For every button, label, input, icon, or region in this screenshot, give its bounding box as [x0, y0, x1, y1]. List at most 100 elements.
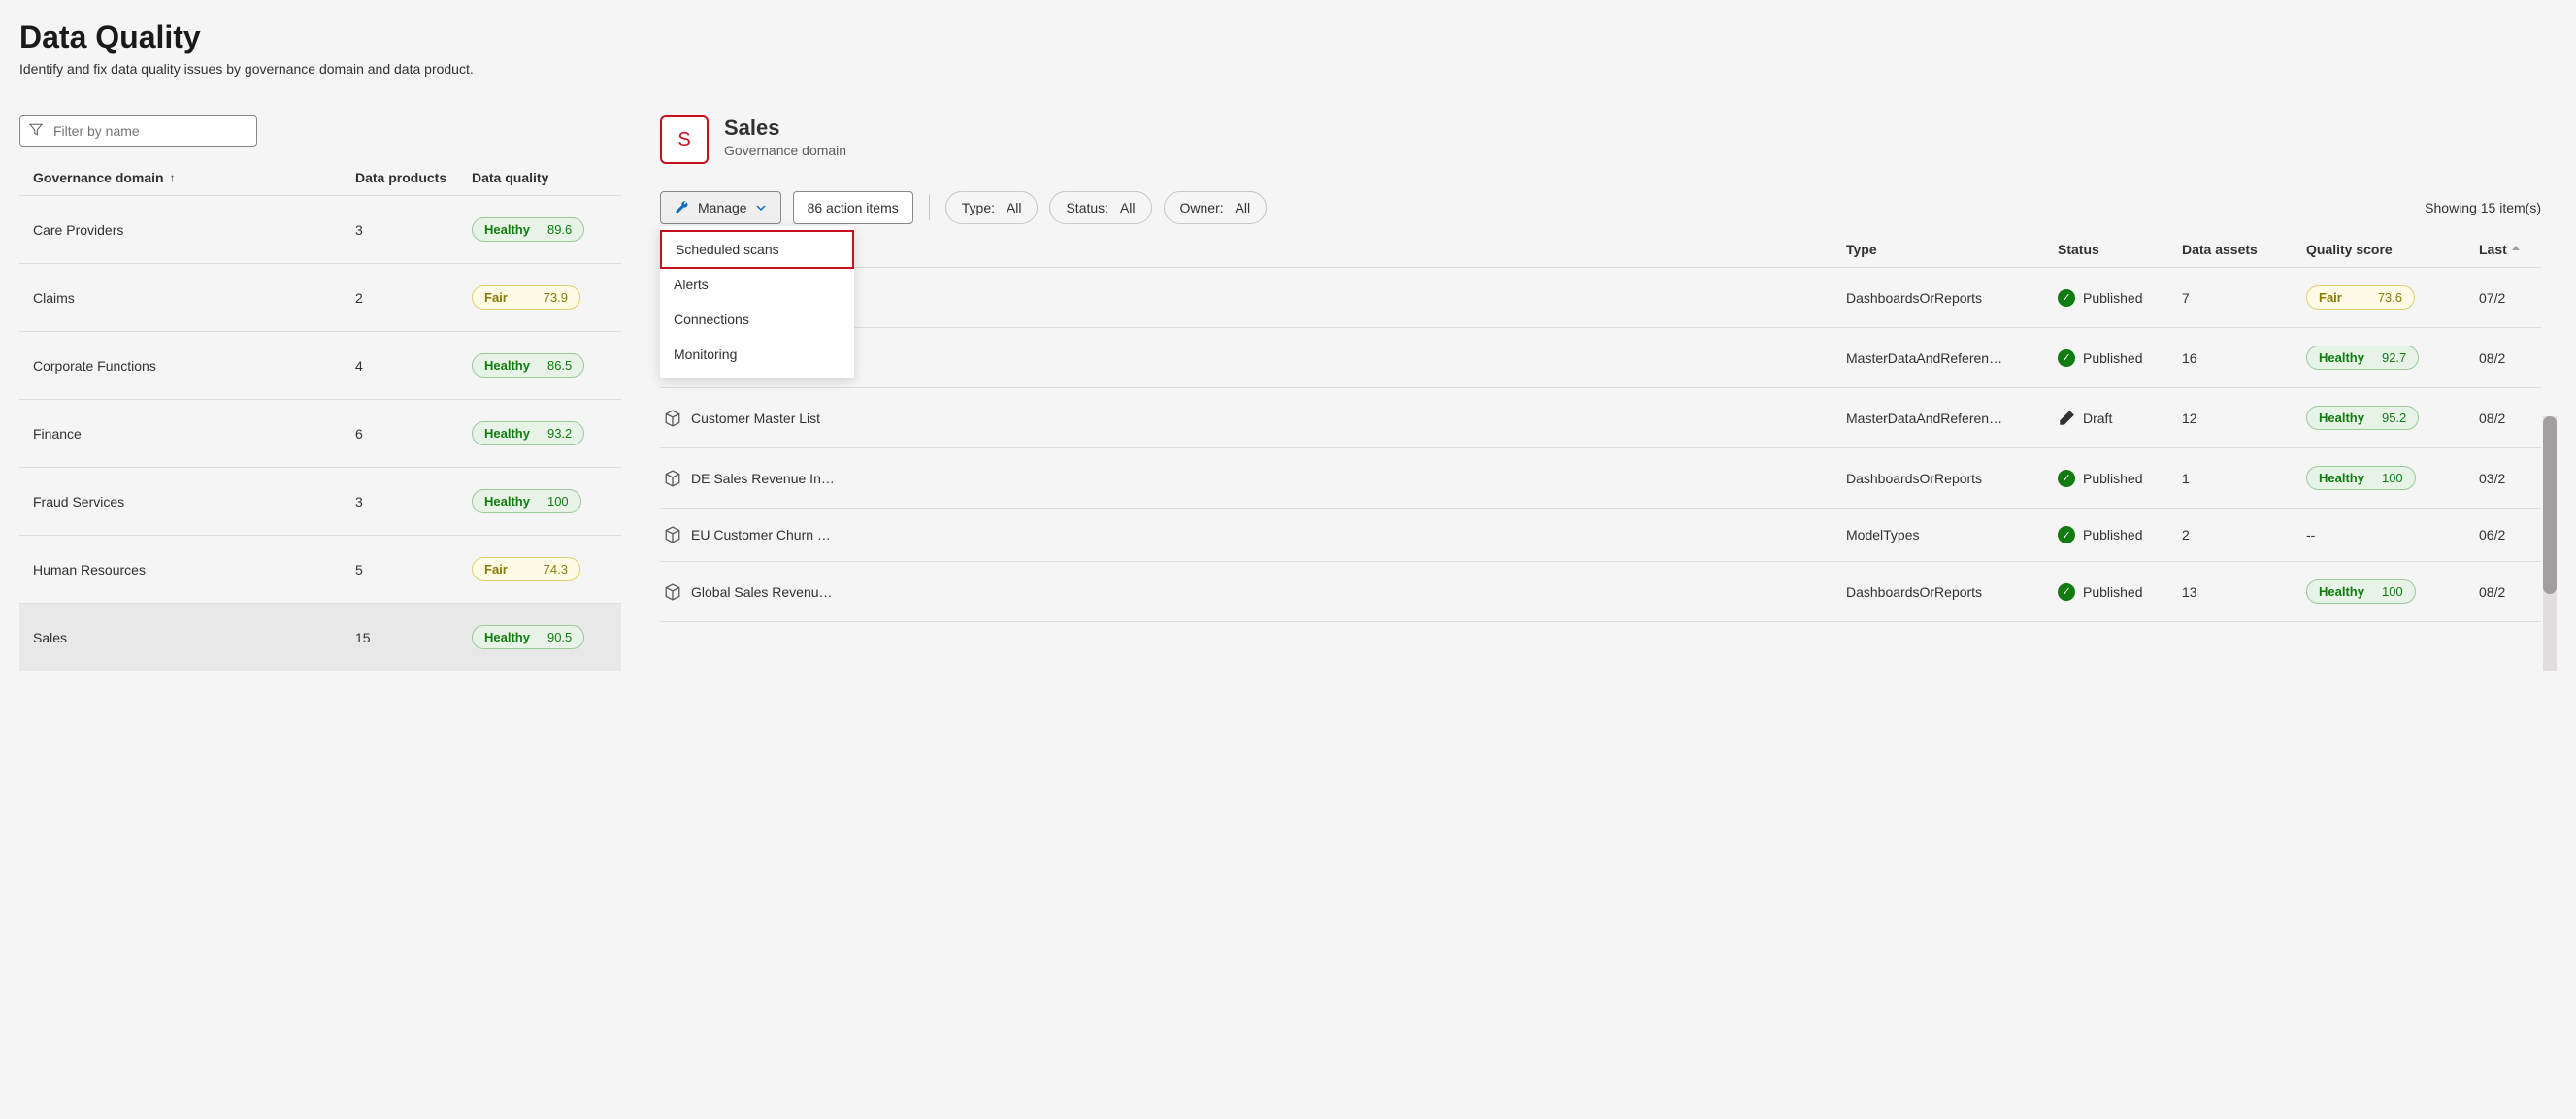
governance-domain-row[interactable]: Corporate Functions4Healthy86.5	[19, 332, 621, 400]
governance-domain-row[interactable]: Finance6Healthy93.2	[19, 400, 621, 468]
column-governance-domain[interactable]: Governance domain ↑	[33, 170, 355, 185]
published-status-icon: ✓	[2058, 583, 2075, 601]
scrollbar-thumb[interactable]	[2543, 416, 2557, 594]
product-assets-cell: 16	[2182, 350, 2298, 366]
filter-type-chip[interactable]: Type: All	[945, 191, 1039, 224]
quality-score-pill: Healthy95.2	[2306, 406, 2419, 430]
product-type-cell: MasterDataAndReferen…	[1846, 411, 2050, 426]
data-product-row[interactable]: DE Sales Revenue In… DashboardsOrReports ✓…	[660, 448, 2541, 509]
data-products-table: Type Status Data assets Quality score La…	[660, 242, 2541, 622]
domain-name: Care Providers	[33, 222, 355, 238]
filter-icon	[29, 123, 43, 140]
action-items-button[interactable]: 86 action items	[793, 191, 913, 224]
cube-icon	[664, 583, 681, 601]
sort-indicator-icon	[2511, 245, 2521, 254]
product-assets-cell: 12	[2182, 411, 2298, 426]
published-status-icon: ✓	[2058, 470, 2075, 487]
product-last-cell: 08/2	[2479, 350, 2537, 366]
product-type-cell: MasterDataAndReferen…	[1846, 350, 2050, 366]
column-data-products[interactable]: Data products	[355, 170, 472, 185]
column-last[interactable]: Last	[2479, 242, 2537, 257]
chevron-down-icon	[755, 202, 767, 214]
governance-domain-row[interactable]: Human Resources5Fair74.3	[19, 536, 621, 604]
domain-name: Finance	[33, 426, 355, 442]
domain-name: Fraud Services	[33, 494, 355, 510]
product-last-cell: 03/2	[2479, 471, 2537, 486]
filter-by-name-input[interactable]	[19, 115, 257, 147]
quality-score-pill: Fair73.6	[2306, 285, 2415, 310]
manage-menu-item[interactable]: Monitoring	[660, 337, 854, 372]
detail-subtitle: Governance domain	[724, 143, 846, 158]
data-product-row[interactable]: Customer Master ListMasterDataAndReferen…	[660, 388, 2541, 448]
product-type-cell: DashboardsOrReports	[1846, 290, 2050, 306]
detail-title: Sales	[724, 115, 846, 141]
governance-domain-row[interactable]: Care Providers3Healthy89.6	[19, 196, 621, 264]
sort-ascending-icon: ↑	[170, 171, 176, 184]
product-assets-cell: 13	[2182, 584, 2298, 600]
product-name-cell: Global Sales Revenu…	[664, 583, 1838, 601]
filter-owner-chip[interactable]: Owner: All	[1164, 191, 1268, 224]
product-status-cell: ✓Published	[2058, 526, 2174, 543]
column-quality-score[interactable]: Quality score	[2306, 242, 2471, 257]
column-data-quality[interactable]: Data quality	[472, 170, 608, 185]
data-product-row[interactable]: DashboardsOrReports✓Published7Fair73.607…	[660, 268, 2541, 328]
manage-menu-item[interactable]: Connections	[660, 302, 854, 337]
cube-icon	[664, 410, 681, 427]
product-type-cell: DashboardsOrReports	[1846, 471, 2050, 486]
governance-domain-row[interactable]: Sales15Healthy90.5	[19, 604, 621, 671]
manage-button[interactable]: Manage	[660, 191, 781, 224]
domain-product-count: 4	[355, 358, 472, 374]
cube-icon	[664, 470, 681, 487]
product-name-cell: DE Sales Revenue In…	[664, 470, 1838, 487]
product-status-cell: ✓Published	[2058, 349, 2174, 367]
column-data-assets[interactable]: Data assets	[2182, 242, 2298, 257]
quality-score-cell: --	[2306, 527, 2471, 543]
domain-name: Claims	[33, 290, 355, 306]
product-assets-cell: 2	[2182, 527, 2298, 543]
product-last-cell: 08/2	[2479, 584, 2537, 600]
quality-pill: Fair74.3	[472, 557, 580, 581]
domain-product-count: 15	[355, 630, 472, 645]
domain-product-count: 3	[355, 222, 472, 238]
page-title: Data Quality	[19, 19, 2557, 55]
manage-menu-item[interactable]: Scheduled scans	[660, 230, 854, 269]
result-count: Showing 15 item(s)	[2425, 200, 2541, 215]
quality-pill: Fair73.9	[472, 285, 580, 310]
domain-product-count: 6	[355, 426, 472, 442]
product-last-cell: 07/2	[2479, 290, 2537, 306]
column-status[interactable]: Status	[2058, 242, 2174, 257]
filter-status-chip[interactable]: Status: All	[1049, 191, 1151, 224]
published-status-icon: ✓	[2058, 349, 2075, 367]
domain-avatar: S	[660, 115, 709, 164]
domain-product-count: 2	[355, 290, 472, 306]
product-status-cell: ✓Published	[2058, 289, 2174, 307]
domain-name: Human Resources	[33, 562, 355, 577]
data-product-row[interactable]: EU Customer Churn … ModelTypes ✓Published 2…	[660, 509, 2541, 562]
manage-label: Manage	[698, 200, 747, 215]
governance-domain-table: Governance domain ↑ Data products Data q…	[19, 166, 621, 671]
domain-product-count: 5	[355, 562, 472, 577]
quality-pill: Healthy86.5	[472, 353, 584, 378]
quality-pill: Healthy93.2	[472, 421, 584, 445]
product-assets-cell: 1	[2182, 471, 2298, 486]
product-type-cell: DashboardsOrReports	[1846, 584, 2050, 600]
scrollbar-track[interactable]	[2543, 416, 2557, 671]
governance-domain-row[interactable]: Fraud Services3Healthy100	[19, 468, 621, 536]
column-type[interactable]: Type	[1846, 242, 2050, 257]
quality-score-pill: Healthy100	[2306, 579, 2416, 604]
domain-product-count: 3	[355, 494, 472, 510]
manage-menu-item[interactable]: Alerts	[660, 267, 854, 302]
quality-pill: Healthy90.5	[472, 625, 584, 649]
published-status-icon: ✓	[2058, 526, 2075, 543]
data-product-row[interactable]: Global Sales Revenu… DashboardsOrReports ✓…	[660, 562, 2541, 622]
quality-pill: Healthy100	[472, 489, 581, 513]
product-name-cell: EU Customer Churn …	[664, 526, 1838, 543]
manage-dropdown: Scheduled scansAlertsConnectionsMonitori…	[660, 226, 854, 378]
product-status-cell: Draft	[2058, 410, 2174, 427]
data-product-row[interactable]: MasterDataAndReferen…✓Published16Healthy…	[660, 328, 2541, 388]
cube-icon	[664, 526, 681, 543]
product-type-cell: ModelTypes	[1846, 527, 2050, 543]
wrench-icon	[675, 200, 690, 215]
governance-domain-row[interactable]: Claims2Fair73.9	[19, 264, 621, 332]
published-status-icon: ✓	[2058, 289, 2075, 307]
